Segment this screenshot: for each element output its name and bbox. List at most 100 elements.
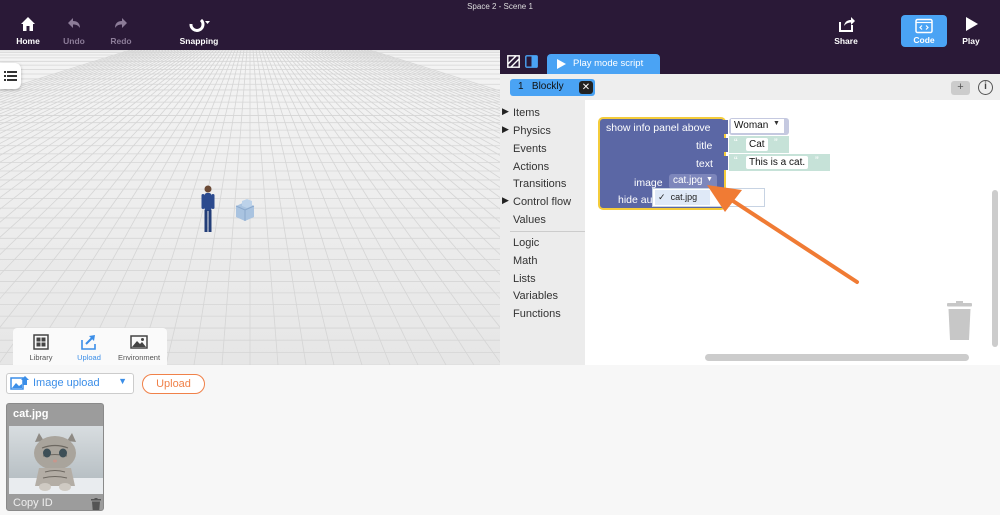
toolbox-item[interactable]: Transitions [513, 178, 566, 190]
image-value: cat.jpg [673, 175, 703, 186]
open-quote-icon: “ [734, 137, 738, 149]
home-label: Home [16, 36, 40, 46]
upload-icon [81, 335, 96, 350]
block-hide-label: hide au [618, 194, 653, 206]
play-button[interactable]: Play [959, 14, 983, 46]
code-tab-bar: Play mode script [500, 50, 1000, 74]
script-editor-icon[interactable] [507, 55, 520, 68]
tab-upload[interactable]: Upload [74, 333, 104, 362]
check-icon: ✓ [658, 192, 666, 202]
library-icon [33, 334, 49, 350]
tab-library-label: Library [29, 353, 53, 362]
input-connector [722, 120, 728, 134]
blocks-editor-icon[interactable] [525, 55, 538, 68]
undo-icon [68, 18, 80, 28]
upload-type-value: Image upload [33, 377, 100, 389]
undo-button[interactable]: Undo [61, 14, 87, 46]
magnet-icon [189, 18, 210, 32]
toolbox-item[interactable]: Logic [513, 237, 539, 249]
tab-environment[interactable]: Environment [114, 333, 164, 362]
upload-type-select[interactable]: Image upload ▼ [6, 373, 134, 394]
home-button[interactable]: Home [15, 14, 41, 46]
share-icon [839, 17, 855, 32]
dropdown-option-label: cat.jpg [670, 192, 698, 202]
add-script-button[interactable]: + [951, 81, 970, 95]
app-window: Space 2 - Scene 1 Home Undo Redo Snappin… [0, 0, 1000, 515]
tab-blockly-label: Blockly [531, 81, 564, 92]
asset-thumbnail [9, 426, 103, 494]
toolbox-item[interactable]: Control flow [513, 196, 571, 208]
play-label: Play [962, 36, 980, 46]
toolbox-item[interactable]: Functions [513, 308, 561, 320]
close-icon: ✕ [581, 82, 591, 93]
tab-blockly[interactable]: 1 Blockly ✕ [510, 79, 595, 96]
code-button[interactable]: Code [901, 15, 947, 47]
environment-icon [130, 335, 148, 349]
woman-character[interactable] [198, 183, 218, 235]
tab-upload-label: Upload [77, 353, 101, 362]
asset-name: cat.jpg [13, 408, 49, 420]
list-icon [4, 71, 17, 81]
redo-icon [115, 18, 127, 28]
info-button[interactable]: i [978, 80, 993, 95]
block-title-label: title [696, 140, 713, 152]
horizontal-scrollbar[interactable] [705, 354, 969, 361]
share-label: Share [834, 36, 858, 46]
expand-triangle-icon: ▶ [502, 195, 509, 205]
script-tab-bar: 1 Blockly ✕ [500, 74, 1000, 100]
image-upload-icon [10, 376, 29, 390]
tab-play-mode-label: Play mode script [573, 58, 644, 69]
block-header: show info panel above [606, 122, 711, 134]
text-string-block[interactable]: “ This is a cat. ” [729, 154, 830, 171]
tab-play-mode-script[interactable]: Play mode script [547, 54, 660, 74]
copy-id-link[interactable]: Copy ID [13, 497, 53, 509]
tab-environment-label: Environment [117, 353, 161, 362]
code-icon [915, 18, 933, 34]
chevron-down-icon: ▼ [118, 376, 127, 386]
block-text-label: text [696, 158, 713, 170]
open-quote-icon: “ [734, 155, 738, 167]
redo-label: Redo [110, 36, 132, 46]
text-value[interactable]: This is a cat. [746, 156, 809, 169]
toolbox-item[interactable]: Items [513, 107, 540, 119]
toolbox-item[interactable]: Variables [513, 290, 558, 302]
share-button[interactable]: Share [834, 14, 858, 46]
toolbox-item[interactable]: Math [513, 255, 537, 267]
trash-icon[interactable] [91, 498, 101, 510]
target-dropdown[interactable]: Woman ▼ [729, 118, 789, 135]
input-connector [722, 156, 728, 170]
snapping-label: Snapping [179, 36, 219, 46]
redo-button[interactable]: Redo [108, 14, 134, 46]
toolbox-divider [510, 231, 585, 232]
window-title: Space 2 - Scene 1 [467, 2, 533, 11]
title-value[interactable]: Cat [746, 138, 768, 151]
cat-image [9, 433, 103, 494]
toolbox-item[interactable]: Actions [513, 161, 549, 173]
input-connector [722, 138, 728, 152]
vertical-scrollbar[interactable] [992, 190, 998, 347]
toolbox-item[interactable]: Lists [513, 273, 536, 285]
annotation-arrow [707, 185, 859, 284]
close-tab-button[interactable]: ✕ [579, 81, 593, 94]
box-object[interactable] [233, 197, 261, 221]
plus-icon: + [957, 81, 964, 93]
info-icon: i [984, 81, 987, 92]
title-string-block[interactable]: “ Cat ” [729, 136, 789, 153]
home-icon [21, 17, 35, 31]
toolbox-item[interactable]: Events [513, 143, 547, 155]
close-quote-icon: ” [774, 137, 778, 149]
play-icon [557, 59, 566, 69]
trash-icon[interactable] [946, 301, 973, 341]
upload-button[interactable]: Upload [142, 374, 205, 394]
expand-triangle-icon: ▶ [502, 106, 509, 116]
toolbox-item[interactable]: Values [513, 214, 546, 226]
close-quote-icon: ” [815, 155, 819, 167]
toolbox-item[interactable]: Physics [513, 125, 551, 137]
tab-library[interactable]: Library [26, 333, 56, 362]
tab-blockly-number: 1 [518, 81, 524, 92]
undo-label: Undo [63, 36, 85, 46]
asset-card[interactable]: cat.jpg Copy ID [6, 403, 104, 511]
scene-list-toggle[interactable] [0, 63, 21, 89]
snapping-button[interactable]: Snapping [179, 14, 219, 46]
expand-triangle-icon: ▶ [502, 124, 509, 134]
